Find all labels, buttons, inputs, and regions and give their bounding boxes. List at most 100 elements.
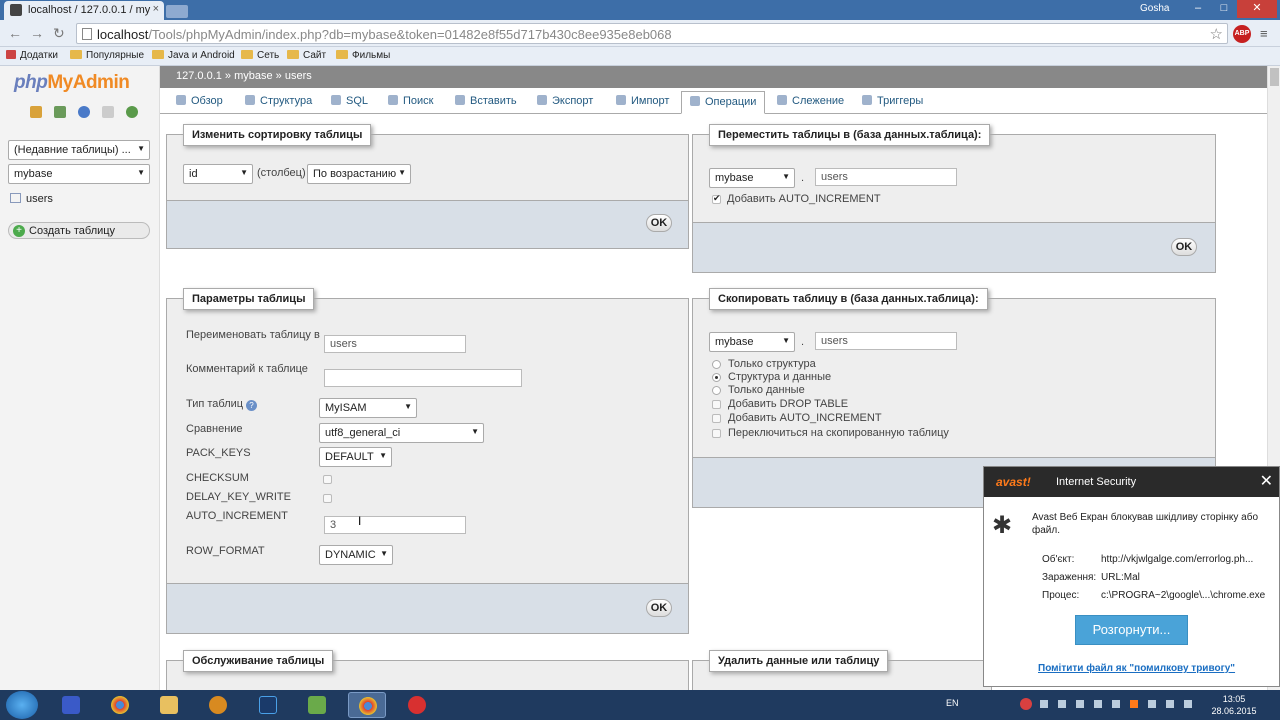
browser-tab[interactable]: localhost / 127.0.0.1 / my × (4, 1, 164, 20)
copy-table-input[interactable]: users (815, 332, 957, 350)
tab-triggers[interactable]: Триггеры (862, 95, 923, 107)
row-format-select[interactable]: DYNAMIC ▼ (319, 545, 393, 565)
recent-tables-select[interactable]: (Недавние таблицы) ... ▼ (8, 140, 150, 160)
copy-drop-table-checkbox[interactable] (712, 400, 721, 409)
browser-menu-icon[interactable]: ≡ (1260, 26, 1268, 41)
auto-increment-input[interactable]: 3 (324, 516, 466, 534)
docs-icon[interactable] (102, 106, 115, 118)
taskbar-photoshop[interactable] (249, 692, 287, 718)
pack-keys-select[interactable]: DEFAULT ▼ (319, 447, 392, 467)
reload-icon[interactable]: ↻ (53, 25, 65, 42)
sort-fieldset: Изменить сортировку таблицы id ▼ (столбец… (166, 124, 689, 249)
bookmark-site[interactable]: Сайт (287, 50, 326, 61)
taskbar-media[interactable] (199, 692, 237, 718)
taskbar-recorder[interactable] (398, 692, 436, 718)
tab-close-icon[interactable]: × (153, 3, 159, 15)
move-ok-button[interactable]: OK (1171, 238, 1197, 256)
tab-operations[interactable]: Операции (681, 91, 766, 114)
tab-browse[interactable]: Обзор (176, 95, 223, 107)
sort-column-select[interactable]: id ▼ (183, 164, 253, 184)
avast-message: Avast Веб Екран блокував шкідливу сторін… (1032, 512, 1259, 536)
recording-tray-icon[interactable] (1020, 698, 1032, 710)
sidebar-table-users[interactable]: users (10, 193, 53, 205)
maximize-icon[interactable]: □ (1211, 0, 1237, 18)
new-tab-button[interactable] (166, 5, 188, 18)
taskbar-explorer[interactable] (150, 692, 188, 718)
network-icon[interactable] (1148, 700, 1156, 708)
infection-label: Зараження: (1042, 572, 1097, 583)
logout-icon[interactable] (54, 106, 67, 118)
database-select[interactable]: mybase ▼ (8, 164, 150, 184)
language-indicator[interactable]: EN (946, 698, 959, 708)
home-icon[interactable] (30, 106, 42, 118)
back-icon[interactable]: ← (8, 25, 22, 41)
expand-button[interactable]: Розгорнути... (1075, 615, 1188, 645)
move-table-input[interactable]: users (815, 168, 957, 186)
move-fieldset: Переместить таблицы в (база данных.табли… (692, 124, 1216, 273)
minimize-icon[interactable]: – (1185, 0, 1211, 18)
tray-icon[interactable] (1094, 700, 1102, 708)
move-db-select[interactable]: mybase ▼ (709, 168, 795, 188)
bookmark-popular[interactable]: Популярные (70, 50, 144, 61)
tray-icon[interactable] (1112, 700, 1120, 708)
create-table-button[interactable]: + Создать таблицу (8, 222, 150, 239)
tray-icon[interactable] (1058, 700, 1066, 708)
breadcrumb[interactable]: 127.0.0.1 » mybase » users (160, 66, 1267, 88)
close-icon[interactable]: ✕ (1260, 471, 1273, 491)
copy-switch-checkbox[interactable] (712, 429, 721, 438)
forward-icon[interactable]: → (30, 25, 44, 41)
maintenance-legend: Обслуживание таблицы (183, 650, 334, 672)
stop-tray-icon[interactable] (1040, 700, 1048, 708)
copy-structure-data-radio[interactable] (712, 373, 721, 382)
flag-icon[interactable] (1166, 700, 1174, 708)
sort-order-select[interactable]: По возрастанию ▼ (307, 164, 411, 184)
window-close-icon[interactable]: ✕ (1237, 0, 1277, 18)
copy-auto-increment-checkbox[interactable] (712, 414, 721, 423)
false-positive-link[interactable]: Помітити файл як "помилкову тривогу" (1038, 663, 1235, 674)
address-bar[interactable]: localhost/Tools/phpMyAdmin/index.php?db=… (76, 23, 1228, 44)
params-ok-button[interactable]: OK (646, 599, 672, 617)
copy-data-radio[interactable] (712, 386, 721, 395)
taskbar-save[interactable] (52, 692, 90, 718)
taskbar-editor[interactable] (298, 692, 336, 718)
taskbar-chrome-active[interactable] (348, 692, 386, 718)
adblock-icon[interactable]: ABP (1233, 25, 1251, 43)
tab-export[interactable]: Экспорт (537, 95, 593, 107)
rename-input[interactable]: users (324, 335, 466, 353)
copy-db-select[interactable]: mybase ▼ (709, 332, 795, 352)
move-auto-increment-checkbox[interactable]: ✔ (712, 193, 721, 204)
collation-select[interactable]: utf8_general_ci ▼ (319, 423, 484, 443)
start-button[interactable] (6, 691, 38, 719)
bookmark-films[interactable]: Фильмы (336, 50, 390, 61)
tab-import[interactable]: Импорт (616, 95, 669, 107)
tab-structure[interactable]: Структура (245, 95, 312, 107)
checksum-checkbox[interactable] (323, 475, 332, 484)
taskbar-clock[interactable]: 13:05 28.06.2015 (1208, 693, 1260, 717)
delay-key-write-checkbox[interactable] (323, 494, 332, 503)
engine-select[interactable]: MyISAM ▼ (319, 398, 417, 418)
tab-sql[interactable]: SQL (331, 95, 368, 107)
avast-tray-icon[interactable] (1130, 700, 1138, 708)
chevron-down-icon: ▼ (240, 168, 248, 177)
profile-user[interactable]: Gosha (1140, 3, 1169, 14)
comment-input[interactable] (324, 369, 522, 387)
tab-tracking[interactable]: Слежение (777, 95, 844, 107)
help-icon[interactable]: ? (246, 400, 257, 411)
refresh-icon[interactable] (126, 106, 139, 118)
scrollbar-thumb[interactable] (1270, 68, 1279, 86)
plus-icon: + (13, 225, 25, 237)
bookmark-java[interactable]: Java и Android (152, 50, 235, 61)
tab-search[interactable]: Поиск (388, 95, 433, 107)
help-icon[interactable] (78, 106, 91, 118)
bookmark-network[interactable]: Сеть (241, 50, 279, 61)
bookmark-star-icon[interactable]: ☆ (1210, 25, 1223, 43)
taskbar-chrome-pin[interactable] (101, 692, 139, 718)
tab-insert[interactable]: Вставить (455, 95, 517, 107)
bookmark-apps[interactable]: Додатки (6, 50, 58, 61)
copy-structure-radio[interactable] (712, 360, 721, 369)
sort-ok-button[interactable]: OK (646, 214, 672, 232)
tray-icon[interactable] (1076, 700, 1084, 708)
volume-icon[interactable] (1184, 700, 1192, 708)
pma-logo[interactable]: phpMyAdmin (14, 72, 130, 94)
row-format-label: ROW_FORMAT (186, 545, 265, 557)
